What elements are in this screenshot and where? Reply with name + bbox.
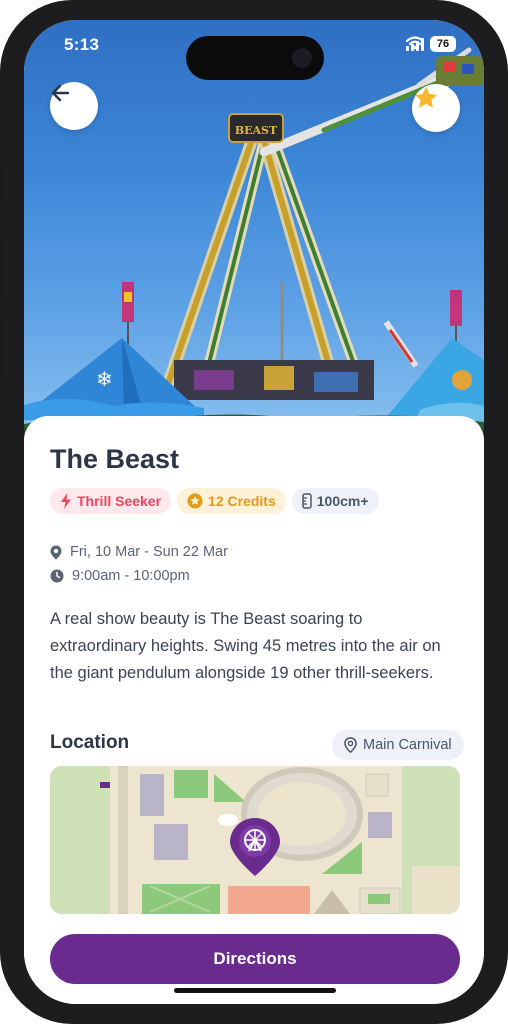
star-icon bbox=[414, 86, 438, 108]
ride-hours: 9:00am - 10:00pm bbox=[50, 568, 190, 584]
directions-button[interactable]: Directions bbox=[50, 934, 460, 984]
home-indicator[interactable] bbox=[174, 988, 336, 993]
location-pin-icon bbox=[344, 737, 357, 753]
ride-hero-image: BEAST ❄ 5:13 76 bbox=[24, 20, 484, 440]
location-pin-icon bbox=[50, 545, 62, 559]
ride-hours-text: 9:00am - 10:00pm bbox=[72, 568, 190, 584]
status-bar: 5:13 76 bbox=[24, 20, 484, 80]
side-button bbox=[0, 168, 3, 202]
height-requirement-tag: 100cm+ bbox=[291, 488, 379, 514]
side-button bbox=[0, 318, 3, 382]
wifi-icon bbox=[406, 36, 424, 50]
clock-icon bbox=[50, 569, 64, 583]
ferris-wheel-pin-icon bbox=[230, 818, 280, 876]
ride-details-card: The Beast Thrill Seeker 12 Credits 100cm… bbox=[24, 416, 484, 1004]
back-button[interactable] bbox=[50, 82, 98, 130]
tag-label: Thrill Seeker bbox=[77, 493, 162, 509]
ride-dates: Fri, 10 Mar - Sun 22 Mar bbox=[50, 544, 228, 560]
location-map[interactable] bbox=[50, 766, 460, 914]
ride-tags: Thrill Seeker 12 Credits 100cm+ bbox=[50, 488, 379, 514]
tag-label: 12 Credits bbox=[208, 493, 276, 509]
ride-illustration: BEAST ❄ bbox=[24, 47, 484, 440]
favorite-button[interactable] bbox=[412, 84, 460, 132]
thrill-seeker-tag: Thrill Seeker bbox=[50, 488, 172, 514]
screen: BEAST ❄ 5:13 76 The Beast Thrill Seeker … bbox=[24, 20, 484, 1004]
dynamic-island bbox=[186, 36, 324, 80]
camera-icon bbox=[292, 48, 312, 68]
ride-dates-text: Fri, 10 Mar - Sun 22 Mar bbox=[70, 544, 228, 560]
location-heading: Location bbox=[50, 732, 130, 753]
status-icons: 76 bbox=[406, 36, 456, 52]
credit-coin-icon bbox=[187, 493, 203, 509]
height-ruler-icon bbox=[302, 493, 312, 509]
status-time: 5:13 bbox=[64, 35, 100, 54]
credits-tag: 12 Credits bbox=[177, 488, 286, 514]
ride-title: The Beast bbox=[50, 444, 180, 474]
svg-text:BEAST: BEAST bbox=[235, 124, 278, 137]
phone-frame: BEAST ❄ 5:13 76 The Beast Thrill Seeker … bbox=[0, 0, 508, 1024]
arrow-left-icon bbox=[51, 84, 70, 102]
svg-text:❄: ❄ bbox=[96, 367, 113, 391]
ride-description: A real show beauty is The Beast soaring … bbox=[50, 610, 441, 682]
side-button bbox=[0, 236, 3, 300]
battery-icon: 76 bbox=[430, 36, 456, 52]
tag-label: 100cm+ bbox=[316, 493, 369, 509]
location-area-badge[interactable]: Main Carnival bbox=[332, 730, 464, 760]
lightning-icon bbox=[61, 493, 71, 509]
location-area-label: Main Carnival bbox=[363, 737, 452, 753]
